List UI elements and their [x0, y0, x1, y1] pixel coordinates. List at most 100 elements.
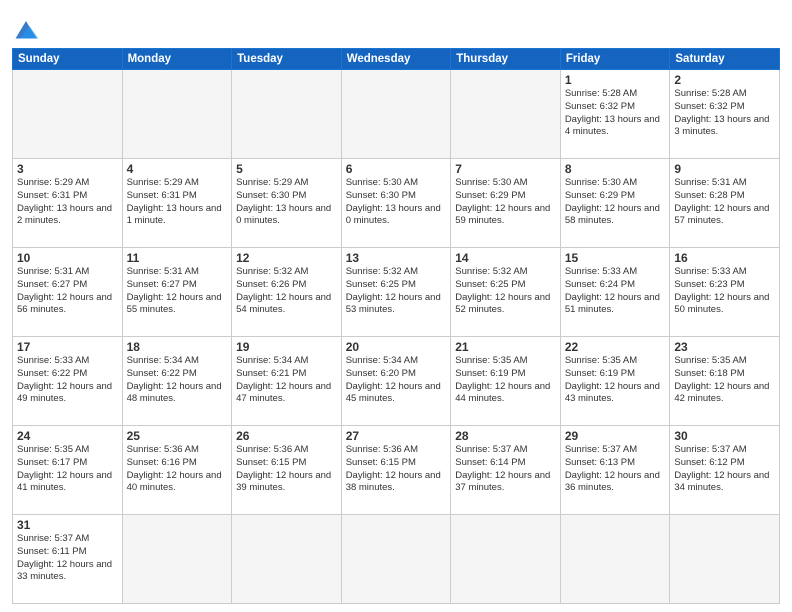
day-number: 27: [346, 429, 447, 443]
day-number: 15: [565, 251, 666, 265]
day-info: Sunrise: 5:29 AM Sunset: 6:31 PM Dayligh…: [17, 177, 118, 228]
logo-icon: [12, 14, 40, 42]
day-info: Sunrise: 5:37 AM Sunset: 6:12 PM Dayligh…: [674, 444, 775, 495]
day-info: Sunrise: 5:34 AM Sunset: 6:22 PM Dayligh…: [127, 355, 228, 406]
day-number: 2: [674, 73, 775, 87]
day-info: Sunrise: 5:36 AM Sunset: 6:16 PM Dayligh…: [127, 444, 228, 495]
calendar-cell: 11Sunrise: 5:31 AM Sunset: 6:27 PM Dayli…: [122, 248, 232, 337]
day-number: 14: [455, 251, 556, 265]
day-number: 24: [17, 429, 118, 443]
day-info: Sunrise: 5:28 AM Sunset: 6:32 PM Dayligh…: [674, 88, 775, 139]
day-info: Sunrise: 5:35 AM Sunset: 6:18 PM Dayligh…: [674, 355, 775, 406]
day-number: 1: [565, 73, 666, 87]
calendar-cell: 6Sunrise: 5:30 AM Sunset: 6:30 PM Daylig…: [341, 159, 451, 248]
day-number: 28: [455, 429, 556, 443]
calendar-week-row: 3Sunrise: 5:29 AM Sunset: 6:31 PM Daylig…: [13, 159, 780, 248]
day-info: Sunrise: 5:33 AM Sunset: 6:23 PM Dayligh…: [674, 266, 775, 317]
calendar-cell: 23Sunrise: 5:35 AM Sunset: 6:18 PM Dayli…: [670, 337, 780, 426]
day-info: Sunrise: 5:32 AM Sunset: 6:25 PM Dayligh…: [346, 266, 447, 317]
day-number: 29: [565, 429, 666, 443]
day-info: Sunrise: 5:28 AM Sunset: 6:32 PM Dayligh…: [565, 88, 666, 139]
day-number: 26: [236, 429, 337, 443]
calendar-table: SundayMondayTuesdayWednesdayThursdayFrid…: [12, 48, 780, 604]
day-number: 10: [17, 251, 118, 265]
calendar-cell: 26Sunrise: 5:36 AM Sunset: 6:15 PM Dayli…: [232, 426, 342, 515]
page: SundayMondayTuesdayWednesdayThursdayFrid…: [0, 0, 792, 612]
day-number: 21: [455, 340, 556, 354]
calendar-cell: [451, 515, 561, 604]
weekday-header-sunday: Sunday: [13, 49, 123, 70]
day-number: 16: [674, 251, 775, 265]
calendar-cell: 28Sunrise: 5:37 AM Sunset: 6:14 PM Dayli…: [451, 426, 561, 515]
weekday-header-monday: Monday: [122, 49, 232, 70]
calendar-cell: [341, 515, 451, 604]
calendar-cell: 4Sunrise: 5:29 AM Sunset: 6:31 PM Daylig…: [122, 159, 232, 248]
day-info: Sunrise: 5:37 AM Sunset: 6:11 PM Dayligh…: [17, 533, 118, 584]
day-info: Sunrise: 5:31 AM Sunset: 6:28 PM Dayligh…: [674, 177, 775, 228]
day-info: Sunrise: 5:31 AM Sunset: 6:27 PM Dayligh…: [17, 266, 118, 317]
calendar-week-row: 1Sunrise: 5:28 AM Sunset: 6:32 PM Daylig…: [13, 70, 780, 159]
day-number: 12: [236, 251, 337, 265]
calendar-cell: 21Sunrise: 5:35 AM Sunset: 6:19 PM Dayli…: [451, 337, 561, 426]
calendar-week-row: 24Sunrise: 5:35 AM Sunset: 6:17 PM Dayli…: [13, 426, 780, 515]
calendar-cell: [560, 515, 670, 604]
day-info: Sunrise: 5:36 AM Sunset: 6:15 PM Dayligh…: [346, 444, 447, 495]
day-info: Sunrise: 5:34 AM Sunset: 6:21 PM Dayligh…: [236, 355, 337, 406]
calendar-week-row: 31Sunrise: 5:37 AM Sunset: 6:11 PM Dayli…: [13, 515, 780, 604]
calendar-cell: 30Sunrise: 5:37 AM Sunset: 6:12 PM Dayli…: [670, 426, 780, 515]
calendar-cell: 19Sunrise: 5:34 AM Sunset: 6:21 PM Dayli…: [232, 337, 342, 426]
calendar-cell: 25Sunrise: 5:36 AM Sunset: 6:16 PM Dayli…: [122, 426, 232, 515]
day-info: Sunrise: 5:30 AM Sunset: 6:29 PM Dayligh…: [565, 177, 666, 228]
calendar-cell: 9Sunrise: 5:31 AM Sunset: 6:28 PM Daylig…: [670, 159, 780, 248]
day-info: Sunrise: 5:30 AM Sunset: 6:29 PM Dayligh…: [455, 177, 556, 228]
calendar-cell: [451, 70, 561, 159]
calendar-cell: 22Sunrise: 5:35 AM Sunset: 6:19 PM Dayli…: [560, 337, 670, 426]
day-info: Sunrise: 5:37 AM Sunset: 6:14 PM Dayligh…: [455, 444, 556, 495]
calendar-cell: 31Sunrise: 5:37 AM Sunset: 6:11 PM Dayli…: [13, 515, 123, 604]
calendar-cell: [232, 70, 342, 159]
calendar-cell: 7Sunrise: 5:30 AM Sunset: 6:29 PM Daylig…: [451, 159, 561, 248]
calendar-cell: 5Sunrise: 5:29 AM Sunset: 6:30 PM Daylig…: [232, 159, 342, 248]
day-number: 31: [17, 518, 118, 532]
day-info: Sunrise: 5:29 AM Sunset: 6:30 PM Dayligh…: [236, 177, 337, 228]
day-number: 22: [565, 340, 666, 354]
day-number: 9: [674, 162, 775, 176]
day-number: 7: [455, 162, 556, 176]
weekday-header-wednesday: Wednesday: [341, 49, 451, 70]
day-number: 13: [346, 251, 447, 265]
calendar-cell: 24Sunrise: 5:35 AM Sunset: 6:17 PM Dayli…: [13, 426, 123, 515]
day-info: Sunrise: 5:37 AM Sunset: 6:13 PM Dayligh…: [565, 444, 666, 495]
calendar-cell: 27Sunrise: 5:36 AM Sunset: 6:15 PM Dayli…: [341, 426, 451, 515]
calendar-cell: 8Sunrise: 5:30 AM Sunset: 6:29 PM Daylig…: [560, 159, 670, 248]
day-info: Sunrise: 5:34 AM Sunset: 6:20 PM Dayligh…: [346, 355, 447, 406]
day-info: Sunrise: 5:31 AM Sunset: 6:27 PM Dayligh…: [127, 266, 228, 317]
calendar-cell: 3Sunrise: 5:29 AM Sunset: 6:31 PM Daylig…: [13, 159, 123, 248]
header: [12, 10, 780, 42]
day-info: Sunrise: 5:33 AM Sunset: 6:24 PM Dayligh…: [565, 266, 666, 317]
day-number: 30: [674, 429, 775, 443]
calendar-cell: [122, 515, 232, 604]
day-info: Sunrise: 5:32 AM Sunset: 6:26 PM Dayligh…: [236, 266, 337, 317]
calendar-cell: 17Sunrise: 5:33 AM Sunset: 6:22 PM Dayli…: [13, 337, 123, 426]
weekday-header-friday: Friday: [560, 49, 670, 70]
calendar-cell: [13, 70, 123, 159]
calendar-cell: 15Sunrise: 5:33 AM Sunset: 6:24 PM Dayli…: [560, 248, 670, 337]
calendar-cell: 16Sunrise: 5:33 AM Sunset: 6:23 PM Dayli…: [670, 248, 780, 337]
day-number: 4: [127, 162, 228, 176]
day-number: 23: [674, 340, 775, 354]
calendar-cell: 29Sunrise: 5:37 AM Sunset: 6:13 PM Dayli…: [560, 426, 670, 515]
calendar-cell: 20Sunrise: 5:34 AM Sunset: 6:20 PM Dayli…: [341, 337, 451, 426]
calendar-cell: 10Sunrise: 5:31 AM Sunset: 6:27 PM Dayli…: [13, 248, 123, 337]
calendar-cell: 14Sunrise: 5:32 AM Sunset: 6:25 PM Dayli…: [451, 248, 561, 337]
day-number: 18: [127, 340, 228, 354]
day-number: 6: [346, 162, 447, 176]
weekday-header-thursday: Thursday: [451, 49, 561, 70]
day-number: 25: [127, 429, 228, 443]
day-info: Sunrise: 5:35 AM Sunset: 6:19 PM Dayligh…: [455, 355, 556, 406]
day-info: Sunrise: 5:35 AM Sunset: 6:17 PM Dayligh…: [17, 444, 118, 495]
day-info: Sunrise: 5:29 AM Sunset: 6:31 PM Dayligh…: [127, 177, 228, 228]
day-number: 20: [346, 340, 447, 354]
calendar-cell: 1Sunrise: 5:28 AM Sunset: 6:32 PM Daylig…: [560, 70, 670, 159]
day-info: Sunrise: 5:30 AM Sunset: 6:30 PM Dayligh…: [346, 177, 447, 228]
day-info: Sunrise: 5:33 AM Sunset: 6:22 PM Dayligh…: [17, 355, 118, 406]
